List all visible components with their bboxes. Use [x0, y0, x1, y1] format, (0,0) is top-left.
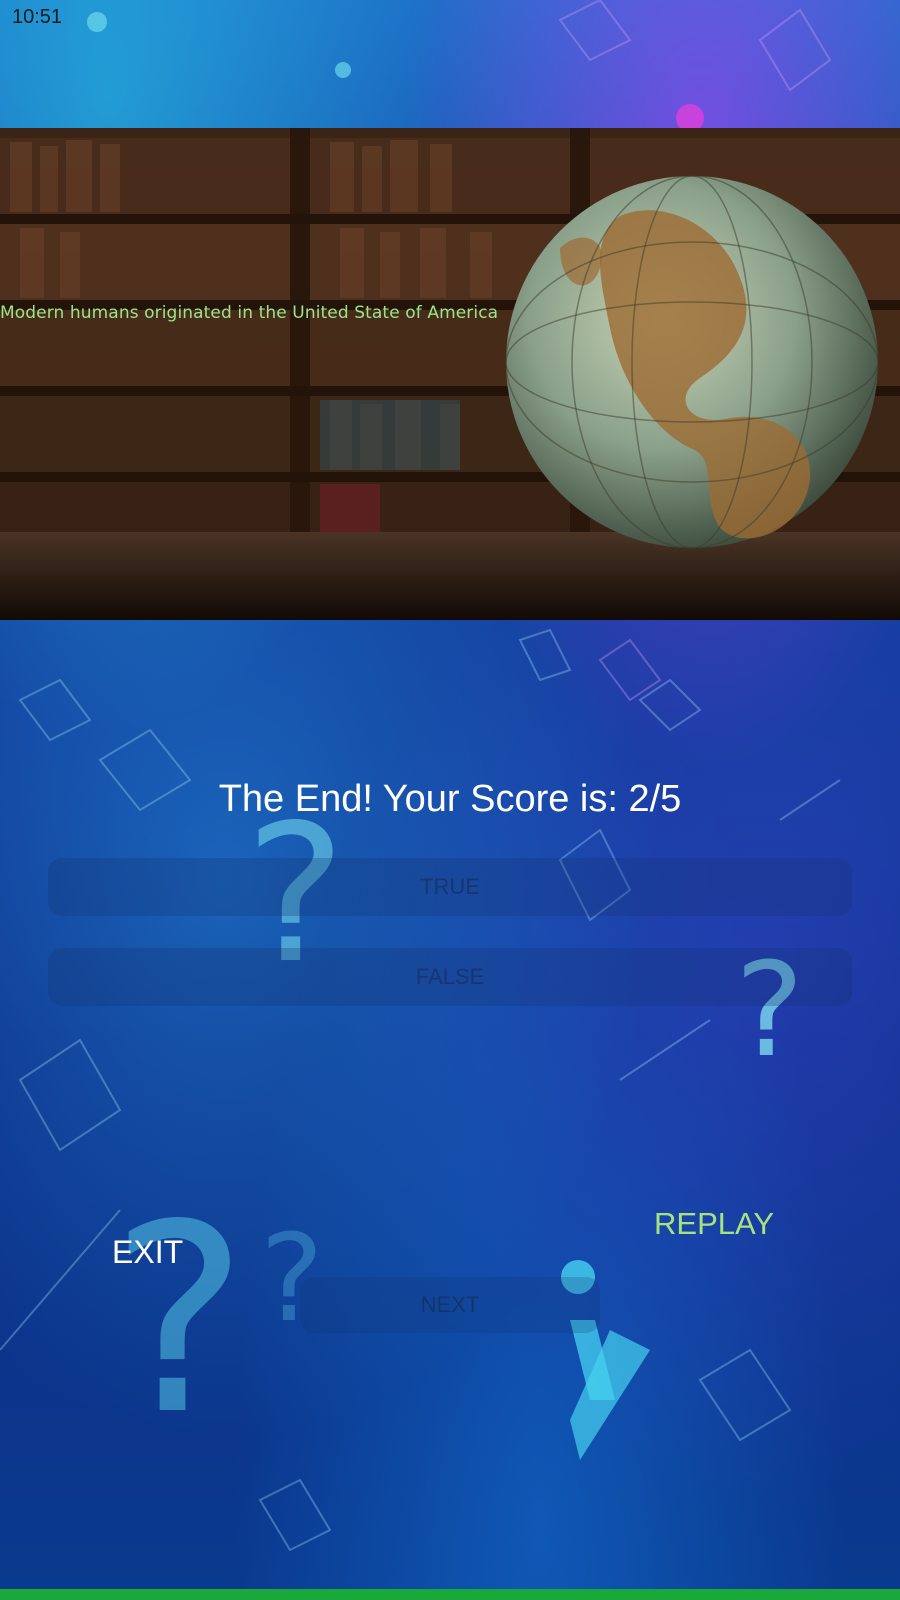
replay-button[interactable]: REPLAY	[654, 1206, 774, 1242]
false-answer-button[interactable]: FALSE	[48, 948, 852, 1006]
bottom-progress-bar	[0, 1589, 900, 1600]
question-text: Modern humans originated in the United S…	[0, 303, 499, 323]
status-bar-time: 10:51	[12, 6, 63, 28]
exit-button[interactable]: EXIT	[112, 1234, 183, 1271]
bookshelf-image	[0, 128, 900, 620]
final-score-text: The End! Your Score is: 2/5	[218, 778, 682, 820]
next-button[interactable]: NEXT	[300, 1277, 600, 1333]
question-banner-image: Modern humans originated in the United S…	[0, 128, 900, 620]
svg-text:?: ?	[110, 1170, 248, 1472]
true-answer-button[interactable]: TRUE	[48, 858, 852, 916]
quiz-screen: ? ? ? ? 10:51 Modern humans originated i…	[0, 0, 900, 1600]
